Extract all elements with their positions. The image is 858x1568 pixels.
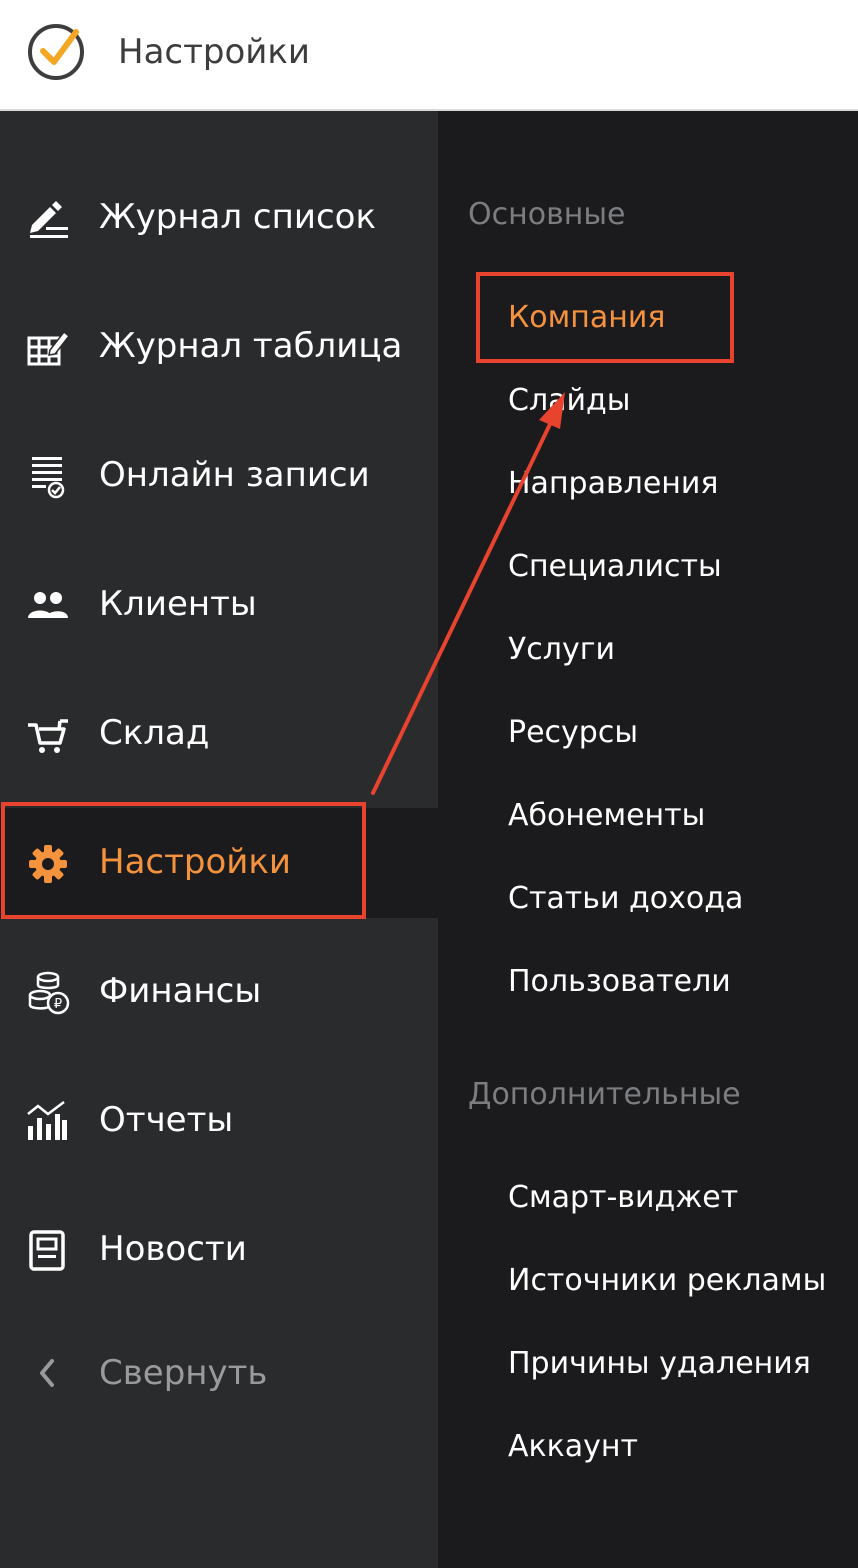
submenu-item-slides[interactable]: Слайды [508,380,630,422]
submenu-item-ad-sources[interactable]: Источники рекламы [508,1260,826,1302]
submenu-item-deletion-reasons[interactable]: Причины удаления [508,1343,811,1385]
submenu-item-income-items[interactable]: Статьи дохода [508,878,743,920]
coins-icon: ₽ [28,971,70,1015]
section-title-main: Основные [468,197,626,232]
sidebar-item-label: Настройки [99,842,292,882]
sidebar-item-label: Онлайн записи [99,455,370,495]
clock-check-logo [28,24,84,80]
sidebar-item-label: Журнал таблица [99,326,403,366]
sidebar-item-warehouse[interactable]: Склад [0,679,438,789]
sidebar-item-news[interactable]: Новости [0,1195,438,1305]
users-icon [28,592,68,618]
news-icon [29,1230,65,1271]
sidebar-item-label: Журнал список [99,197,376,237]
sidebar-item-label: Склад [99,713,210,753]
cart-icon [28,719,68,753]
page-title: Настройки [118,32,311,72]
sidebar-item-label: Свернуть [99,1353,268,1393]
submenu-item-users[interactable]: Пользователи [508,961,731,1003]
sidebar-item-label: Отчеты [99,1100,234,1140]
svg-text:₽: ₽ [54,997,62,1012]
collapse-sidebar-button[interactable]: Свернуть [0,1319,438,1429]
chevron-left-icon [40,1359,54,1387]
submenu-item-subscriptions[interactable]: Абонементы [508,795,705,837]
sidebar-item-journal-list[interactable]: Журнал список [0,163,438,273]
edit-list-icon [30,201,68,238]
sidebar-item-journal-table[interactable]: Журнал таблица [0,292,438,402]
submenu-item-directions[interactable]: Направления [508,463,718,505]
submenu-item-company[interactable]: Компания [508,297,665,339]
sidebar-item-label: Финансы [99,971,262,1011]
chart-icon [27,1101,67,1140]
sidebar-item-reports[interactable]: Отчеты [0,1066,438,1176]
submenu-item-account[interactable]: Аккаунт [508,1426,638,1468]
sidebar-item-settings[interactable]: Настройки [0,808,438,918]
section-title-extra: Дополнительные [468,1077,741,1112]
sidebar-item-label: Новости [99,1229,247,1269]
edit-table-icon [27,330,70,366]
gear-icon [29,845,67,883]
online-bookings-icon [32,457,65,499]
sidebar-item-clients[interactable]: Клиенты [0,550,438,660]
submenu-item-services[interactable]: Услуги [508,629,615,671]
top-bar: Настройки [0,0,858,111]
sidebar-item-online-bookings[interactable]: Онлайн записи [0,421,438,531]
sidebar-item-label: Клиенты [99,584,257,624]
submenu-item-smart-widget[interactable]: Смарт-виджет [508,1177,738,1219]
submenu-item-resources[interactable]: Ресурсы [508,712,638,754]
submenu-item-specialists[interactable]: Специалисты [508,546,722,588]
sidebar-item-finance[interactable]: ₽ Финансы [0,937,438,1047]
